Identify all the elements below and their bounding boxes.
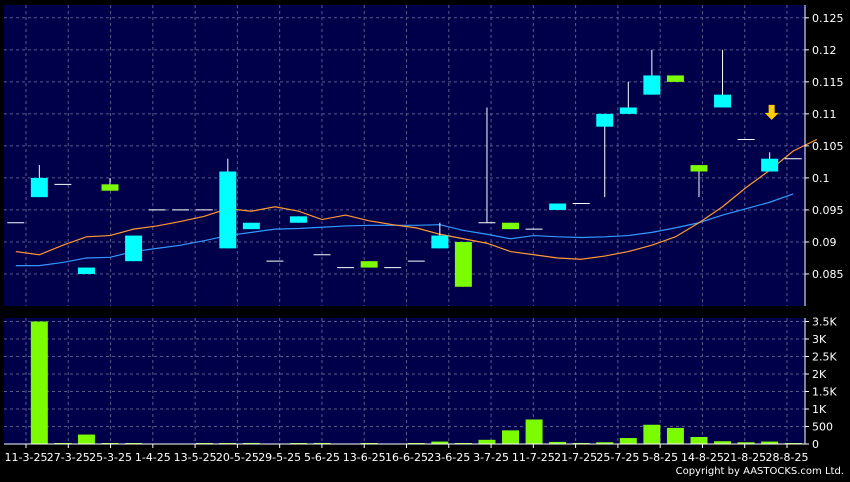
date-tick-label: 13-6-25 (343, 451, 386, 464)
candle-body (77, 267, 95, 274)
date-tick-label: 25-3-25 (89, 451, 132, 464)
candle-body (101, 184, 119, 191)
volume-tick-label: 2.5K (812, 351, 837, 364)
candle-body (219, 171, 237, 249)
volume-tick-label: 500 (812, 421, 833, 434)
volume-tick-label: 0 (812, 438, 819, 451)
volume-bar (30, 321, 48, 444)
candle-body (30, 177, 48, 198)
volume-tick-label: 1K (812, 403, 827, 416)
volume-bar (643, 424, 661, 444)
volume-bar (77, 434, 95, 444)
date-tick-label: 21-8-25 (723, 451, 766, 464)
date-tick-label: 11-3-25 (5, 451, 48, 464)
volume-bar (502, 430, 519, 444)
candle-body (549, 203, 567, 210)
price-tick-label: 0.105 (812, 140, 844, 153)
candle-body (643, 75, 661, 95)
volume-bar (690, 437, 708, 444)
date-tick-label: 1-4-25 (135, 451, 171, 464)
candle-body (666, 75, 684, 82)
date-tick-label: 16-6-25 (385, 451, 428, 464)
volume-bar (525, 419, 543, 444)
price-tick-label: 0.11 (812, 108, 837, 121)
price-tick-label: 0.085 (812, 268, 844, 281)
candle-body (454, 241, 472, 287)
copyright-text: Copyright by AASTOCKS.com Ltd. (675, 466, 844, 477)
date-tick-label: 5-8-25 (642, 451, 678, 464)
candle-body (502, 222, 519, 230)
candle-body (431, 235, 449, 249)
candle-body (690, 165, 708, 172)
volume-bar (478, 439, 496, 444)
date-tick-label: 29-5-25 (258, 451, 301, 464)
date-axis: 11-3-25 27-3-25 25-3-25 1-4-25 13-5-25 20-5-2… (4, 443, 809, 464)
candle-body (619, 107, 637, 114)
date-tick-label: 11-7-25 (512, 451, 555, 464)
volume-bar (666, 427, 684, 444)
volume-tick-label: 3K (812, 333, 827, 346)
volume-bar (619, 438, 637, 444)
candle-body (761, 158, 779, 172)
date-tick-label: 14-8-25 (681, 451, 724, 464)
date-tick-label: 23-6-25 (427, 451, 470, 464)
candle-body (290, 216, 307, 223)
price-axis: 0.085 0.09 0.095 0.1 0.105 0.11 0.115 0.12 0.125 (804, 5, 844, 306)
candle-body (360, 261, 378, 268)
date-tick-label: 21-7-25 (554, 451, 597, 464)
volume-tick-label: 3.5K (812, 316, 837, 329)
volume-axis: 0 500 1K 1.5K 2K 2.5K 3K 3.5K (804, 316, 837, 451)
price-tick-label: 0.125 (812, 12, 844, 25)
date-tick-label: 28-8-25 (766, 451, 809, 464)
candle-body (596, 113, 614, 127)
volume-panel-background (4, 318, 805, 444)
price-tick-label: 0.09 (812, 236, 837, 249)
date-tick-label: 20-5-25 (216, 451, 259, 464)
date-tick-label: 25-7-25 (596, 451, 639, 464)
candle-body (242, 222, 260, 230)
candle-body (714, 94, 732, 108)
candle-body (125, 235, 143, 262)
volume-tick-label: 1.5K (812, 386, 837, 399)
date-tick-label: 13-5-25 (174, 451, 217, 464)
chart-stage: 0.085 0.09 0.095 0.1 0.105 0.11 0.115 0.12 0.125… (0, 0, 850, 478)
price-tick-label: 0.115 (812, 76, 844, 89)
date-tick-label: 3-7-25 (473, 451, 509, 464)
date-tick-label: 5-6-25 (304, 451, 340, 464)
date-tick-label: 27-3-25 (47, 451, 90, 464)
volume-tick-label: 2K (812, 368, 827, 381)
stock-chart: 0.085 0.09 0.095 0.1 0.105 0.11 0.115 0.12 0.125… (4, 5, 844, 464)
price-tick-label: 0.1 (812, 172, 830, 185)
price-tick-label: 0.095 (812, 204, 844, 217)
price-tick-label: 0.12 (812, 44, 837, 57)
